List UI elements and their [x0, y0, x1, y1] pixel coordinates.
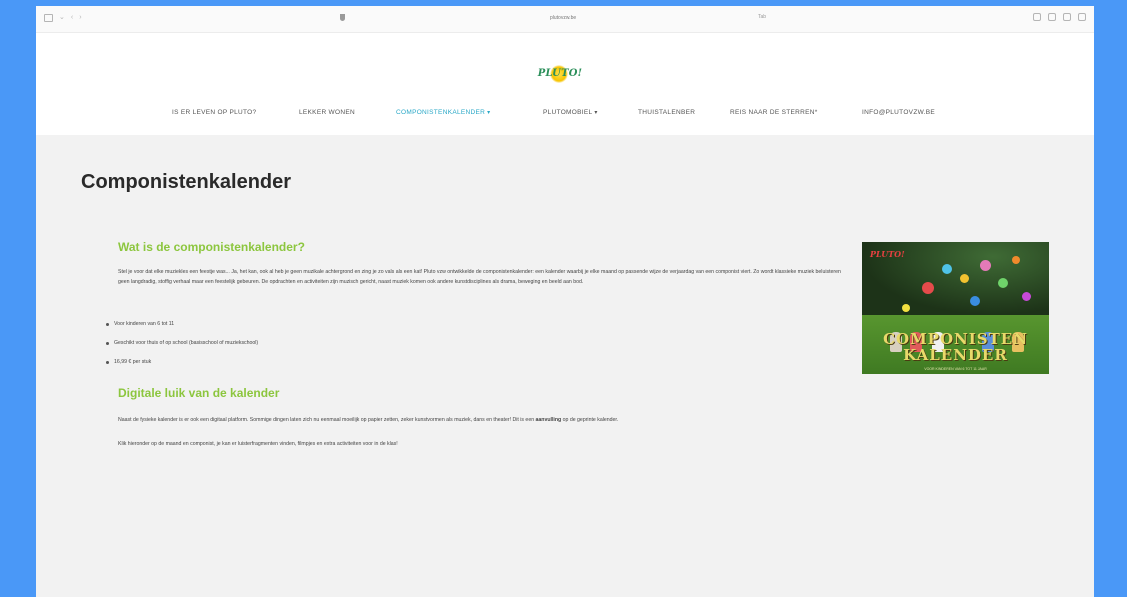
site-logo[interactable]: PLUTO!	[538, 63, 582, 83]
chevron-down-icon[interactable]: ⌄	[59, 14, 65, 22]
nav-item-leven[interactable]: IS ER LEVEN OP PLUTO?	[172, 109, 256, 116]
section-heading-wat-is: Wat is de componistenkalender?	[118, 240, 305, 254]
nav-item-reis[interactable]: REIS NAAR DE STERREN*	[730, 109, 818, 116]
site-header: PLUTO!	[36, 33, 1094, 135]
feature-list: Voor kinderen van 6 tot 11 Geschikt voor…	[106, 321, 258, 378]
nav-item-componistenkalender[interactable]: COMPONISTENKALENDER ▾	[396, 109, 490, 116]
address-bar[interactable]: plutovzw.be	[550, 15, 576, 21]
digital-paragraph-2: Klik hieronder op de maand en componist,…	[118, 441, 398, 447]
forward-icon[interactable]: ›	[79, 14, 81, 22]
calendar-cover-image: PLUTO! COMPONISTEN KALENDER VOOR KINDERE…	[862, 242, 1049, 374]
nav-item-thuistalenber[interactable]: THUISTALENBER	[638, 109, 695, 116]
list-item: 16,99 € per stuk	[106, 359, 258, 378]
cover-subtitle: VOOR KINDEREN VAN 6 TOT 11 JAAR	[924, 367, 987, 371]
list-item: Geschikt voor thuis of op school (basiss…	[106, 340, 258, 359]
chevron-down-icon: ▾	[594, 110, 598, 116]
chevron-down-icon: ▾	[487, 110, 491, 116]
new-tab-icon[interactable]	[1063, 13, 1071, 21]
list-item: Voor kinderen van 6 tot 11	[106, 321, 258, 340]
download-icon[interactable]	[1033, 13, 1041, 21]
digital-paragraph: Naast de fysieke kalender is er ook een …	[118, 417, 619, 423]
page-title: Componistenkalender	[81, 171, 292, 193]
shield-icon[interactable]	[340, 14, 345, 21]
reader-icon[interactable]: Tab	[758, 14, 766, 20]
tabs-icon[interactable]	[1078, 13, 1086, 21]
intro-paragraph: Stel je voor dat elke muziekles een fees…	[118, 269, 841, 285]
share-icon[interactable]	[1048, 13, 1056, 21]
cover-title-line2: KALENDER	[903, 346, 1008, 364]
nav-item-lekker-wonen[interactable]: LEKKER WONEN	[299, 109, 355, 116]
cover-logo: PLUTO!	[870, 249, 905, 259]
back-icon[interactable]: ‹	[71, 14, 73, 22]
section-heading-digitaal: Digitale luik van de kalender	[118, 386, 280, 400]
sidebar-toggle-icon[interactable]	[44, 14, 53, 22]
browser-window: ⌄ ‹ › plutovzw.be Tab PLUTO! IS ER LEVEN…	[36, 6, 1094, 597]
nav-item-plutomobiel[interactable]: PLUTOMOBIEL ▾	[543, 109, 598, 116]
nav-item-email[interactable]: INFO@PLUTOVZW.BE	[862, 109, 935, 116]
browser-toolbar: ⌄ ‹ › plutovzw.be Tab	[36, 6, 1094, 33]
